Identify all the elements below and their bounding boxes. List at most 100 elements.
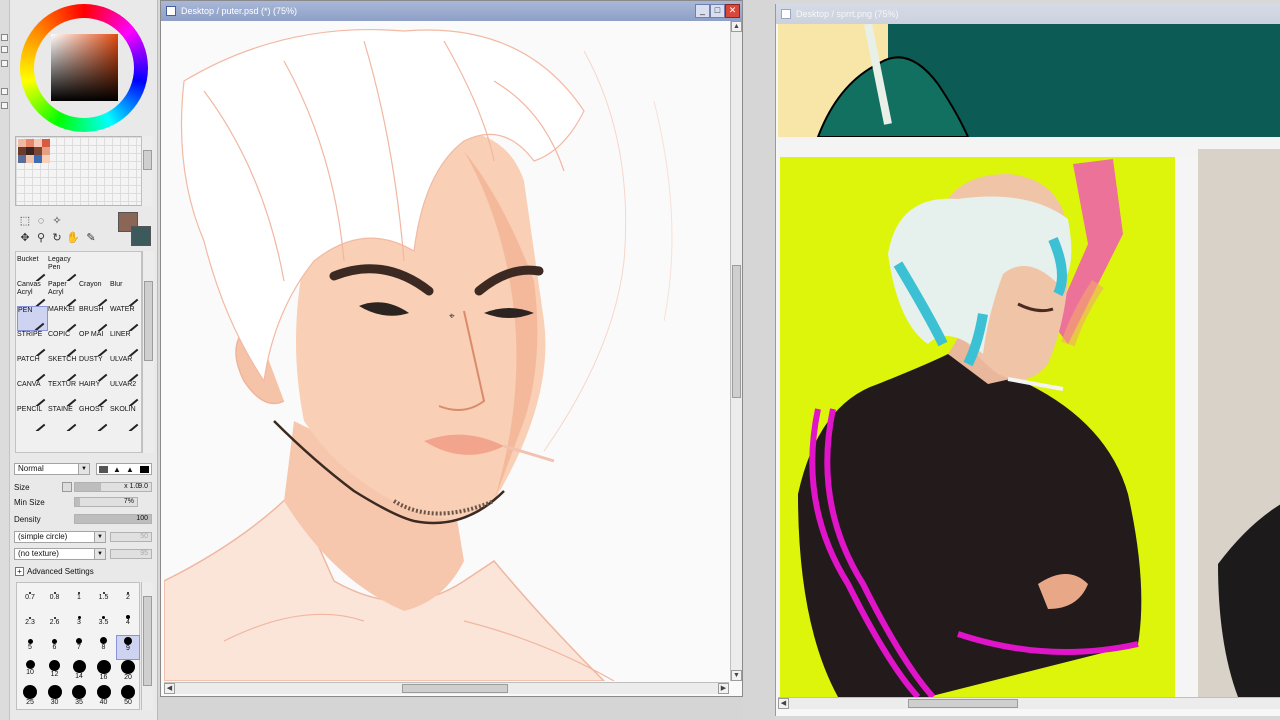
brush-tool-dusty[interactable]: DUSTY xyxy=(79,356,110,381)
brush-shape-flat-icon[interactable] xyxy=(140,466,149,473)
brush-shape-round-icon[interactable]: ▲ xyxy=(126,465,134,474)
color-swatch[interactable] xyxy=(34,147,42,155)
scroll-right-button[interactable]: ▶ xyxy=(718,683,729,694)
brush-size-cell[interactable]: 0.8 xyxy=(43,585,67,610)
brush-size-cell[interactable]: 35 xyxy=(67,685,91,710)
brush-tool-patch[interactable]: PATCH xyxy=(17,356,48,381)
color-swatch[interactable] xyxy=(34,139,42,147)
reference-horizontal-scrollbar[interactable]: ◀ xyxy=(778,697,1280,709)
reference-image[interactable] xyxy=(778,24,1280,697)
brush-shape-buttons[interactable]: ▲ ▲ xyxy=(96,463,152,475)
brush-shape-select[interactable]: (simple circle) ▼ xyxy=(14,531,106,543)
brush-tool-copic[interactable]: COPIC xyxy=(48,331,79,356)
scroll-down-button[interactable]: ▼ xyxy=(731,670,742,681)
chevron-down-icon[interactable]: ▼ xyxy=(94,548,106,560)
color-swatch[interactable] xyxy=(26,155,34,163)
strip-button[interactable] xyxy=(1,34,8,41)
size-toggle[interactable] xyxy=(62,482,72,492)
brush-tool-staine[interactable]: STAINE xyxy=(48,406,79,431)
brush-size-cell[interactable]: 5 xyxy=(18,635,42,660)
strip-button[interactable] xyxy=(1,102,8,109)
expand-icon[interactable]: + xyxy=(15,567,24,576)
canvas-vertical-scrollbar[interactable]: ▲ ▼ xyxy=(730,21,742,681)
brush-size-cell[interactable]: 2.6 xyxy=(43,610,67,635)
texture-select[interactable]: (no texture) ▼ xyxy=(14,548,106,560)
color-swatch[interactable] xyxy=(18,147,26,155)
brush-size-cell[interactable]: 25 xyxy=(18,685,42,710)
min-size-slider[interactable]: 7% xyxy=(74,497,138,507)
scrollbar-thumb[interactable] xyxy=(402,684,508,693)
brush-tool-ghost[interactable]: GHOST xyxy=(79,406,110,431)
brush-tool-bucket[interactable]: Bucket xyxy=(17,256,48,281)
brush-tool-sketch[interactable]: SKETCH xyxy=(48,356,79,381)
brush-size-cell[interactable]: 12 xyxy=(43,660,67,685)
texture-strength-slider[interactable]: 95 xyxy=(110,549,152,559)
brush-tool-stripe[interactable]: STRIPE xyxy=(17,331,48,356)
color-swatch[interactable] xyxy=(42,147,50,155)
strip-button[interactable] xyxy=(1,46,8,53)
eyedropper-icon[interactable]: ✎ xyxy=(84,231,98,245)
brush-size-cell[interactable]: 3 xyxy=(67,610,91,635)
color-swatch[interactable] xyxy=(42,139,50,147)
chevron-down-icon[interactable]: ▼ xyxy=(94,531,106,543)
color-swatch[interactable] xyxy=(26,147,34,155)
blend-mode-select[interactable]: Normal ▼ xyxy=(14,463,90,475)
brush-tool-pen[interactable]: PEN xyxy=(17,306,48,331)
brush-size-cell[interactable]: 9 xyxy=(116,635,140,660)
panel-collapse-strip[interactable] xyxy=(0,0,10,720)
chevron-down-icon[interactable]: ▼ xyxy=(78,463,90,475)
color-swatches[interactable] xyxy=(15,136,153,206)
brush-shape-tri-icon[interactable]: ▲ xyxy=(113,465,121,474)
background-color[interactable] xyxy=(131,226,151,246)
brush-tool-markei[interactable]: MARKEI xyxy=(48,306,79,331)
strip-button[interactable] xyxy=(1,60,8,67)
brush-size-cell[interactable]: 30 xyxy=(43,685,67,710)
brush-size-cell[interactable]: 7 xyxy=(67,635,91,660)
brush-size-cell[interactable]: 2.3 xyxy=(18,610,42,635)
scrollbar-thumb[interactable] xyxy=(732,265,741,398)
brush-tool-ulvar[interactable]: ULVAR xyxy=(110,356,141,381)
lasso-icon[interactable]: ◌ xyxy=(34,214,48,228)
color-swatch[interactable] xyxy=(34,155,42,163)
maximize-button[interactable]: □ xyxy=(710,4,725,18)
brush-size-cell[interactable]: 10 xyxy=(18,660,42,685)
strip-button[interactable] xyxy=(1,88,8,95)
move-icon[interactable]: ✥ xyxy=(18,231,32,245)
scroll-left-button[interactable]: ◀ xyxy=(164,683,175,694)
hand-icon[interactable]: ✋ xyxy=(66,231,80,245)
scroll-up-button[interactable]: ▲ xyxy=(731,21,742,32)
brush-tool-blur[interactable]: Blur xyxy=(110,281,141,306)
brush-tool-canva[interactable]: CANVA xyxy=(17,381,48,406)
rect-select-icon[interactable]: ⬚ xyxy=(18,214,32,228)
scrollbar-thumb[interactable] xyxy=(144,281,153,361)
color-swatch[interactable] xyxy=(18,139,26,147)
brush-shape-square-icon[interactable] xyxy=(99,466,108,473)
scrollbar-thumb[interactable] xyxy=(143,596,152,686)
brush-tool-textur[interactable]: TEXTUR xyxy=(48,381,79,406)
canvas-horizontal-scrollbar[interactable]: ◀ ▶ xyxy=(164,682,729,694)
brush-size-cell[interactable]: 1 xyxy=(67,585,91,610)
advanced-settings-toggle[interactable]: Advanced Settings xyxy=(27,567,94,576)
size-grid-scrollbar[interactable] xyxy=(141,582,153,710)
scroll-left-button[interactable]: ◀ xyxy=(778,698,789,709)
canvas-titlebar[interactable]: Desktop / puter.psd (*) (75%) _ □ ✕ xyxy=(161,1,742,21)
shape-strength-slider[interactable]: 50 xyxy=(110,532,152,542)
brush-tool-paper-acryl[interactable]: Paper Acryl xyxy=(48,281,79,306)
scrollbar-thumb[interactable] xyxy=(143,150,152,170)
brush-size-cell[interactable]: 6 xyxy=(43,635,67,660)
brush-size-cell[interactable]: 3.5 xyxy=(92,610,116,635)
brush-size-cell[interactable]: 20 xyxy=(116,660,140,685)
color-swatch[interactable] xyxy=(26,139,34,147)
minimize-button[interactable]: _ xyxy=(695,4,710,18)
size-slider[interactable]: x 1.0 9.0 xyxy=(74,482,152,492)
saturation-value-square[interactable] xyxy=(51,34,118,101)
swatches-scrollbar[interactable] xyxy=(141,136,153,206)
reference-titlebar[interactable]: Desktop / sprrt.png (75%) xyxy=(776,4,1280,24)
brush-tool-op-mai[interactable]: OP MAI xyxy=(79,331,110,356)
zoom-icon[interactable]: ⚲ xyxy=(34,231,48,245)
brush-size-cell[interactable]: 16 xyxy=(92,660,116,685)
brush-tool-water[interactable]: WATER xyxy=(110,306,141,331)
brush-tool-legacy-pen[interactable]: Legacy Pen xyxy=(48,256,79,281)
brush-size-cell[interactable]: 2 xyxy=(116,585,140,610)
brush-size-cell[interactable]: 1.5 xyxy=(92,585,116,610)
